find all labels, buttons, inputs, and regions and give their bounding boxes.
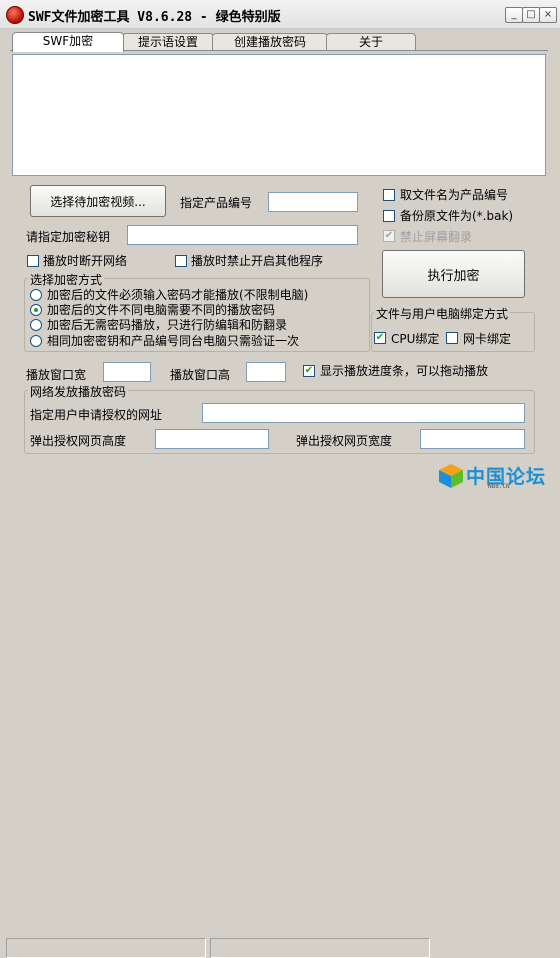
title-bar[interactable]: SWF文件加密工具 V8.6.28 - 绿色特别版 _ □ × [0, 0, 560, 29]
progress-bar-label: 显示播放进度条，可以拖动播放 [320, 364, 489, 378]
status-cell-1 [6, 938, 206, 958]
cpu-bind-checkbox[interactable]: ✔ [374, 332, 386, 344]
popup-height-input[interactable] [155, 429, 269, 449]
network-group-title: 网络发放播放密码 [28, 383, 129, 400]
play-height-label: 播放窗口高 [170, 368, 231, 382]
mode-radio-1[interactable] [30, 289, 42, 301]
nic-bind-label: 网卡绑定 [463, 332, 512, 346]
block-programs-checkbox[interactable] [175, 255, 187, 267]
status-cell-2 [210, 938, 430, 958]
tab-prompt-settings[interactable]: 提示语设置 [122, 33, 214, 51]
nic-bind-checkbox[interactable] [446, 332, 458, 344]
mode-radio-4[interactable] [30, 335, 42, 347]
product-id-label: 指定产品编号 [180, 196, 253, 210]
disconnect-label: 播放时断开网络 [43, 254, 128, 268]
tab-about[interactable]: 关于 [326, 33, 416, 51]
mode-label-3: 加密后无需密码播放，只进行防编辑和防翻录 [47, 318, 288, 332]
play-width-input[interactable] [103, 362, 151, 382]
mode-radio-3[interactable] [30, 319, 42, 331]
key-input[interactable] [127, 225, 358, 245]
mode-label-4: 相同加密密钥和产品编号同台电脑只需验证一次 [47, 334, 300, 348]
no-screen-record-label: 禁止屏幕翻录 [400, 230, 473, 244]
backup-checkbox[interactable] [383, 210, 395, 222]
binding-group-title: 文件与用户电脑绑定方式 [374, 305, 511, 322]
cube-logo-icon [439, 464, 463, 488]
name-as-id-label: 取文件名为产品编号 [400, 188, 509, 202]
popup-width-label: 弹出授权网页宽度 [296, 434, 393, 448]
watermark-sub-text: NB8.CN [488, 483, 510, 490]
cpu-bind-label: CPU绑定 [391, 332, 440, 346]
product-id-input[interactable] [268, 192, 358, 212]
file-list-area[interactable] [12, 54, 546, 176]
play-width-label: 播放窗口宽 [26, 368, 87, 382]
app-icon [6, 6, 24, 24]
select-video-button[interactable]: 选择待加密视频... [30, 185, 166, 217]
auth-url-label: 指定用户申请授权的网址 [30, 408, 163, 422]
progress-bar-checkbox[interactable]: ✔ [303, 365, 315, 377]
tab-swf-encrypt[interactable]: SWF加密 [12, 32, 124, 52]
maximize-button[interactable]: □ [522, 7, 540, 23]
backup-label: 备份原文件为(*.bak) [400, 209, 514, 223]
auth-url-input[interactable] [202, 403, 525, 423]
minimize-button[interactable]: _ [505, 7, 523, 23]
window-title: SWF文件加密工具 V8.6.28 - 绿色特别版 [28, 10, 281, 25]
key-label: 请指定加密秘钥 [26, 230, 111, 244]
mode-radio-2[interactable] [30, 304, 42, 316]
disconnect-checkbox[interactable] [27, 255, 39, 267]
no-screen-record-checkbox[interactable]: ✔ [383, 230, 395, 242]
tab-create-password[interactable]: 创建播放密码 [212, 33, 328, 51]
play-height-input[interactable] [246, 362, 286, 382]
popup-height-label: 弹出授权网页高度 [30, 434, 127, 448]
execute-encrypt-button[interactable]: 执行加密 [382, 250, 525, 298]
name-as-id-checkbox[interactable] [383, 189, 395, 201]
popup-width-input[interactable] [420, 429, 525, 449]
close-button[interactable]: × [539, 7, 557, 23]
block-programs-label: 播放时禁止开启其他程序 [191, 254, 324, 268]
